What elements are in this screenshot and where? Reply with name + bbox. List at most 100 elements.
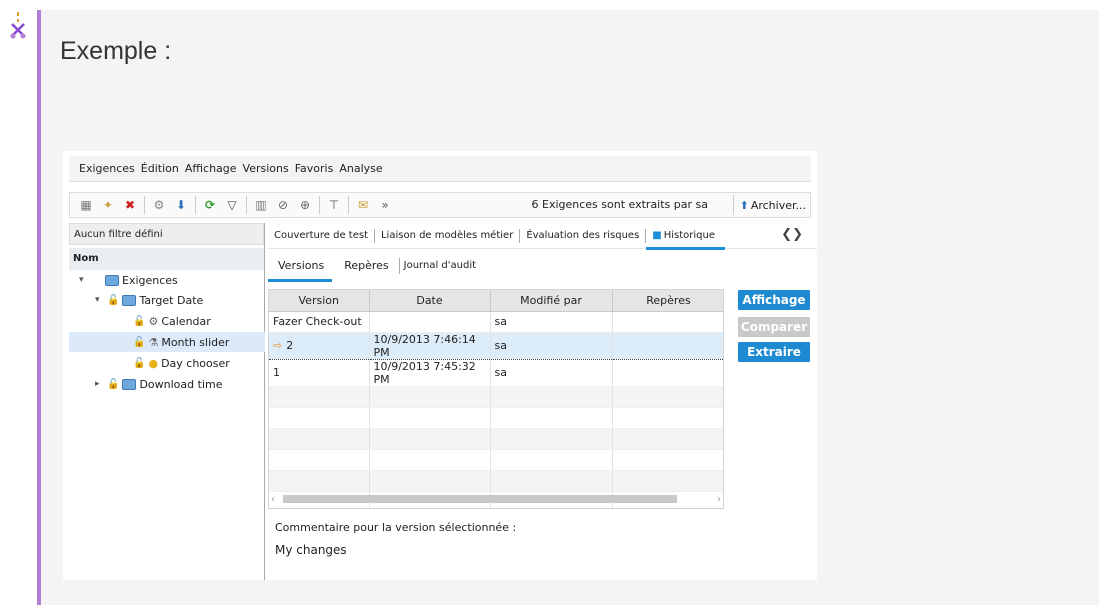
scroll-right-icon[interactable]: › [717, 494, 721, 505]
empty-row [269, 428, 723, 450]
subtab-versions[interactable]: Versions [268, 258, 334, 282]
cell-version: 1 [269, 359, 370, 387]
tree-node-label: Day chooser [161, 356, 230, 370]
cell-reperes [612, 331, 723, 360]
toolbar-separator [319, 196, 320, 214]
col-modified-by[interactable]: Modifié par [490, 290, 613, 312]
page: Exemple : Exigences Édition Affichage Ve… [0, 0, 1099, 605]
checkin-icon[interactable]: ⬇ [173, 197, 189, 213]
tree-column-header[interactable]: Nom [69, 248, 264, 270]
tab-scroll-arrows-icon[interactable]: ❮❯ [775, 228, 809, 242]
tree-panel: Aucun filtre défini Nom ▾ Exigences ▾ 🔓 … [69, 223, 265, 580]
chevron-down-icon[interactable]: ▾ [79, 275, 91, 285]
tree-node-label: Download time [139, 377, 223, 391]
tab-historique-label: Historique [663, 229, 716, 241]
grid-header: Version Date Modifié par Repères [269, 290, 723, 312]
compare-button[interactable]: Comparer [738, 317, 810, 337]
menu-versions[interactable]: Versions [243, 162, 289, 175]
menu-exigences[interactable]: Exigences [79, 162, 135, 175]
menu-favoris[interactable]: Favoris [295, 162, 334, 175]
delete-icon[interactable]: ✖ [122, 197, 138, 213]
view-button[interactable]: Affichage [738, 290, 810, 310]
tree-node-calendar[interactable]: 🔓 ⚙ Calendar [133, 311, 211, 331]
cell-reperes [612, 311, 723, 333]
lock-icon: 🔓 [133, 315, 146, 327]
filter-icon[interactable]: ▽ [224, 197, 240, 213]
checkout-status: 6 Exigences sont extraits par sa [531, 198, 709, 211]
tree-node-exigences[interactable]: ▾ Exigences [79, 270, 178, 290]
subtab-reperes[interactable]: Repères [334, 258, 398, 274]
scrollbar-thumb[interactable] [283, 495, 677, 503]
tree-node-download-time[interactable]: ▸ 🔓 Download time [95, 374, 222, 394]
folder-icon [122, 294, 137, 306]
archive-button[interactable]: ⬆ Archiver... [732, 195, 806, 215]
grid-icon[interactable]: ▦ [78, 197, 94, 213]
folder-icon [122, 378, 137, 390]
tab-historique[interactable]: ■ Historique [646, 229, 725, 250]
zoom-icon[interactable]: ⊕ [297, 197, 313, 213]
menu-edition[interactable]: Édition [141, 162, 179, 175]
tree-node-day-chooser[interactable]: 🔓 ● Day chooser [133, 353, 230, 373]
refresh-icon[interactable]: ⟳ [202, 197, 218, 213]
toolbar-separator [246, 196, 247, 214]
tab-couverture[interactable]: Couverture de test [268, 228, 375, 243]
versions-grid: Version Date Modifié par Repères Fazer C… [268, 289, 724, 509]
active-tab-marker-icon: ■ [652, 229, 662, 241]
filter-status: Aucun filtre défini [69, 223, 264, 245]
table-row[interactable]: ⇨ 2 10/9/2013 7:46:14 PM sa [269, 331, 723, 360]
chevron-down-icon[interactable]: ▾ [95, 295, 107, 305]
current-row-arrow-icon: ⇨ [273, 339, 283, 352]
menu-affichage[interactable]: Affichage [185, 162, 237, 175]
attachment-icon[interactable]: ⊘ [275, 197, 291, 213]
chevron-right-icon[interactable]: ▸ [95, 379, 107, 389]
horizontal-scrollbar[interactable]: ‹ › [269, 492, 723, 506]
pin-icon[interactable]: ⊤ [326, 197, 342, 213]
testing-requirement-icon: ⚗ [148, 335, 159, 349]
history-subtabs: Versions Repères Journal d'audit [268, 253, 480, 282]
tree-node-label: Month slider [161, 335, 230, 349]
col-version[interactable]: Version [269, 290, 370, 312]
subtab-journal[interactable]: Journal d'audit [398, 258, 480, 274]
scroll-left-icon[interactable]: ‹ [271, 494, 275, 505]
tab-liaison[interactable]: Liaison de modèles métier [375, 228, 521, 243]
toolbar-separator [348, 196, 349, 214]
folder-icon [105, 274, 119, 286]
col-reperes[interactable]: Repères [612, 290, 723, 312]
checkout-icon[interactable]: ⚙ [151, 197, 167, 213]
lock-icon: 🔓 [107, 294, 120, 306]
scissors-icon [10, 12, 26, 39]
table-row[interactable]: 1 10/9/2013 7:45:32 PM sa [269, 359, 723, 387]
menu-analyse[interactable]: Analyse [339, 162, 382, 175]
table-row[interactable]: Fazer Check-out sa [269, 311, 723, 333]
empty-row [269, 470, 723, 492]
archive-icon: ⬆ [739, 198, 749, 212]
extract-button[interactable]: Extraire [738, 342, 810, 362]
tree-node-label: Exigences [122, 273, 178, 287]
mail-icon[interactable]: ✉ [355, 197, 371, 213]
tree-node-target-date[interactable]: ▾ 🔓 Target Date [95, 290, 203, 310]
columns-icon[interactable]: ▥ [253, 197, 269, 213]
cell-date [369, 311, 491, 333]
note-title: Exemple : [60, 37, 172, 65]
toolbar: ▦ ✦ ✖ ⚙ ⬇ ⟳ ▽ ▥ ⊘ ⊕ ⊤ ✉ » 6 Exigences so… [69, 192, 811, 218]
col-date[interactable]: Date [369, 290, 491, 312]
tree-node-month-slider[interactable]: 🔓 ⚗ Month slider [69, 332, 265, 352]
tree-node-label: Calendar [161, 314, 211, 328]
cell-modified-by: sa [490, 311, 613, 333]
new-item-icon[interactable]: ✦ [100, 197, 116, 213]
cell-date: 10/9/2013 7:45:32 PM [369, 359, 491, 387]
tree-node-label: Target Date [139, 293, 204, 307]
details-panel: Couverture de test Liaison de modèles mé… [268, 223, 817, 580]
cell-version: Fazer Check-out [269, 311, 370, 333]
lock-icon: 🔓 [133, 357, 146, 369]
archive-label: Archiver... [750, 198, 806, 212]
lightbulb-icon: ● [148, 356, 159, 370]
overflow-icon[interactable]: » [377, 197, 393, 213]
cell-modified-by: sa [490, 359, 613, 387]
details-tabs: Couverture de test Liaison de modèles mé… [268, 223, 817, 250]
tab-evaluation[interactable]: Évaluation des risques [520, 228, 647, 243]
functional-requirement-icon: ⚙ [148, 314, 159, 328]
comment-value[interactable]: My changes [275, 543, 347, 557]
comment-label: Commentaire pour la version sélectionnée… [275, 521, 517, 534]
empty-row [269, 407, 723, 429]
